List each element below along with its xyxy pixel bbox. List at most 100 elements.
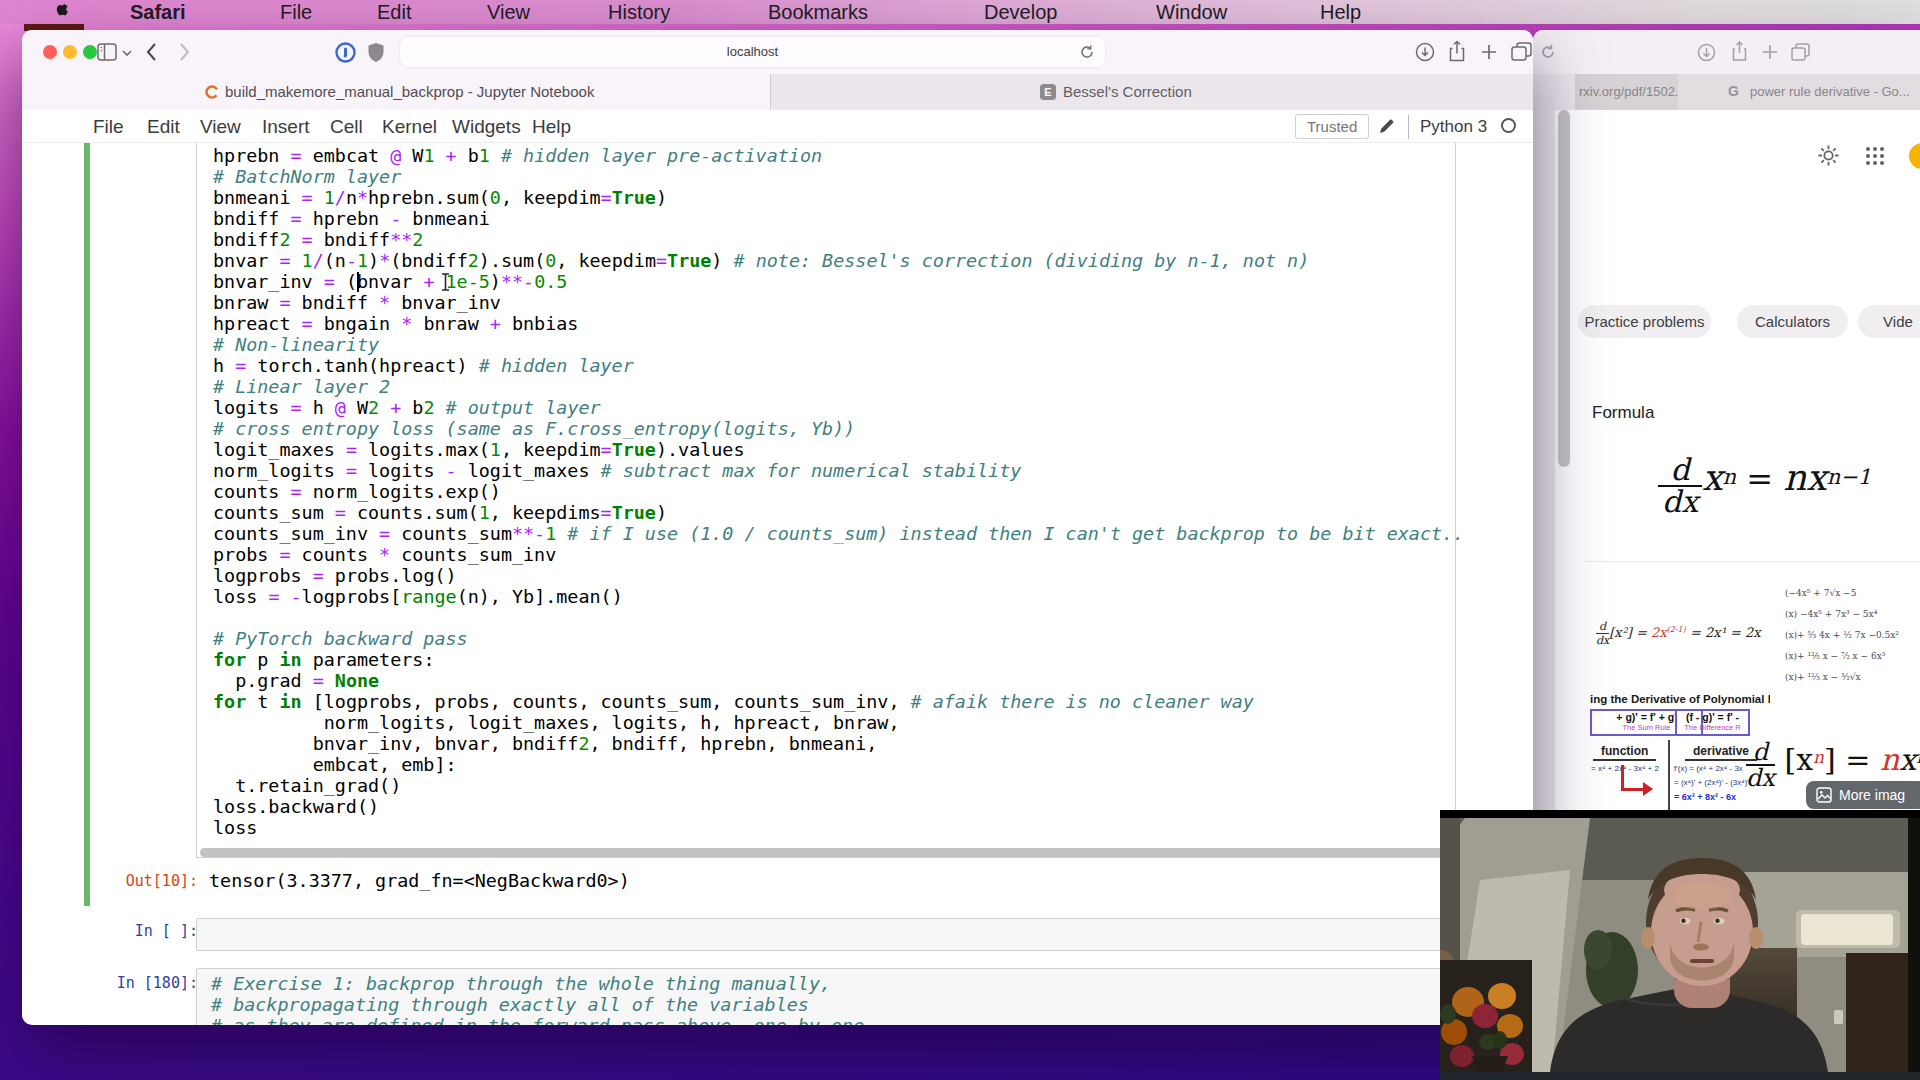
red-arrow-head (1643, 782, 1653, 796)
pill-calculators[interactable]: Calculators (1737, 305, 1848, 338)
divider (1408, 115, 1409, 139)
minimize-button[interactable] (63, 45, 77, 59)
trusted-badge[interactable]: Trusted (1295, 114, 1369, 139)
tab-arxiv-title: rxiv.org/pdf/1502... (1579, 84, 1678, 99)
kernel-name: Python 3 (1420, 117, 1487, 137)
code-line: # Linear layer 2 (213, 376, 1464, 397)
table-header-function: function (1593, 744, 1656, 761)
back-icon[interactable] (146, 43, 157, 61)
tab-jupyter-notebook[interactable]: build_makemore_manual_backprop - Jupyter… (22, 74, 770, 110)
share-icon[interactable] (1447, 40, 1467, 63)
zoom-button[interactable] (83, 45, 97, 59)
menubar-item-window[interactable]: Window (1156, 1, 1227, 23)
code-line: loss (213, 817, 1464, 838)
code-line: hpreact = bngain * bnraw + bnbias (213, 313, 1464, 334)
menubar-item-view[interactable]: View (487, 1, 530, 23)
reload-icon[interactable] (1539, 43, 1557, 61)
code-line: h = torch.tanh(hpreact) # hidden layer (213, 355, 1464, 376)
address-bar[interactable]: localhost (400, 37, 1105, 67)
code-line: loss = -logprobs[range(n), Yb].mean() (213, 586, 1464, 607)
menubar-item-develop[interactable]: Develop (984, 1, 1057, 23)
download-icon[interactable] (1697, 43, 1716, 62)
tab-jupyter-title: build_makemore_manual_backprop - Jupyter… (225, 83, 594, 100)
tab-arxiv-pdf[interactable]: rxiv.org/pdf/1502... (1575, 74, 1678, 110)
code-line: probs = counts * counts_sum_inv (213, 544, 1464, 565)
chevron-down-icon[interactable] (122, 50, 132, 57)
thumb-math-line: (x)+ ⁵⁄₃ 4x + ¹⁄₂ 7x −0.5x² (1785, 625, 1908, 646)
gear-icon[interactable] (1817, 144, 1840, 167)
code-line: loss.backward() (213, 796, 1464, 817)
image-result-1[interactable]: ddx[x²] = 2x(2-1) = 2x¹ = 2x (1596, 575, 1760, 695)
pill-practice-problems[interactable]: Practice problems (1578, 305, 1711, 338)
onepassword-icon[interactable] (335, 42, 356, 63)
extension-shield-icon[interactable] (367, 42, 385, 63)
code-line: counts = norm_logits.exp() (213, 481, 1464, 502)
menubar-item-file[interactable]: File (280, 1, 312, 23)
menubar-app-name[interactable]: Safari (130, 1, 186, 23)
new-tab-icon[interactable] (1480, 43, 1498, 61)
code-line: # PyTorch backward pass (213, 628, 1464, 649)
jmenu-help[interactable]: Help (532, 116, 571, 138)
panel-scrollbar[interactable] (1558, 110, 1570, 467)
red-arrow-shaft (1621, 788, 1645, 791)
menubar-item-edit[interactable]: Edit (377, 1, 411, 23)
formula-heading: Formula (1592, 403, 1654, 423)
avatar[interactable] (1909, 143, 1920, 169)
jmenu-view[interactable]: View (200, 116, 241, 138)
exercise-cell-code[interactable]: # Exercise 1: backprop through the whole… (211, 973, 864, 1025)
tab-google-search[interactable]: G power rule derivative - Go... (1678, 74, 1920, 110)
tab-overview-icon[interactable] (1791, 43, 1810, 61)
more-images-button[interactable]: More imag (1806, 781, 1920, 809)
jmenu-file[interactable]: File (93, 116, 124, 138)
close-button[interactable] (43, 45, 57, 59)
code-line: bndiff2 = bndiff**2 (213, 229, 1464, 250)
code-line: counts_sum = counts.sum(1, keepdims=True… (213, 502, 1464, 523)
exercise-cell-prompt: In [180]: (22, 974, 198, 992)
download-icon[interactable] (1415, 42, 1435, 62)
code-horizontal-scrollbar[interactable] (200, 848, 1446, 857)
new-tab-icon[interactable] (1761, 43, 1779, 61)
share-icon[interactable] (1730, 41, 1749, 62)
menubar-item-help[interactable]: Help (1320, 1, 1361, 23)
exercise-cell-input[interactable]: # Exercise 1: backprop through the whole… (196, 968, 1456, 1025)
code-editor[interactable]: hprebn = embcat @ W1 + b1 # hidden layer… (213, 145, 1464, 838)
out-value: tensor(3.3377, grad_fn=<NegBackward0>) (209, 870, 630, 891)
code-line: bnraw = bndiff * bnvar_inv (213, 292, 1464, 313)
jmenu-widgets[interactable]: Widgets (452, 116, 521, 138)
code-line: for t in [logprobs, probs, counts, count… (213, 691, 1464, 712)
jmenu-kernel[interactable]: Kernel (382, 116, 437, 138)
forward-icon[interactable] (179, 43, 190, 61)
code-line: for p in parameters: (213, 649, 1464, 670)
reload-icon[interactable] (1079, 44, 1095, 60)
tab-google-title: power rule derivative - Go... (1750, 84, 1910, 99)
jupyter-favicon (205, 85, 219, 99)
menubar-item-history[interactable]: History (608, 1, 670, 23)
code-line: # backpropagating through exactly all of… (211, 994, 864, 1015)
pencil-icon (1378, 118, 1395, 135)
sidebar-icon[interactable] (97, 43, 117, 61)
main-toolbar: localhost (22, 30, 1533, 74)
code-line: logits = h @ W2 + b2 # output layer (213, 397, 1464, 418)
image-icon (1816, 787, 1832, 803)
code-line: counts_sum_inv = counts_sum**-1 # if I u… (213, 523, 1464, 544)
code-line: # cross entropy loss (same as F.cross_en… (213, 418, 1464, 439)
main-tab-bar: build_makemore_manual_backprop - Jupyter… (22, 74, 1533, 110)
image-result-2[interactable]: (−4x⁵ + 7√x −5(x) −4x⁵ + 7x³ − 5x⁴(x)+ ⁵… (1765, 575, 1908, 695)
divider (1583, 561, 1920, 562)
empty-cell-input[interactable] (196, 918, 1456, 951)
code-line: norm_logits = logits - logit_maxes # sub… (213, 460, 1464, 481)
menubar-item-bookmarks[interactable]: Bookmarks (768, 1, 868, 23)
tab-overview-icon[interactable] (1511, 42, 1532, 62)
apple-icon[interactable] (55, 4, 71, 20)
pill-videos[interactable]: Vide (1858, 305, 1920, 338)
tab-bessel[interactable]: E Bessel's Correction (771, 74, 1533, 110)
table-cell: = (x⁴)' + (2x⁴)' - (3x⁴)' (1674, 778, 1749, 787)
url-text: localhost (400, 44, 1105, 59)
jmenu-edit[interactable]: Edit (147, 116, 180, 138)
more-images-label: More imag (1839, 781, 1905, 809)
apps-grid-icon[interactable] (1865, 146, 1885, 166)
jmenu-cell[interactable]: Cell (330, 116, 363, 138)
jmenu-insert[interactable]: Insert (262, 116, 310, 138)
safari-window: localhost build_makemore_manual_backprop… (22, 30, 1533, 1025)
selected-cell-border (84, 143, 90, 906)
